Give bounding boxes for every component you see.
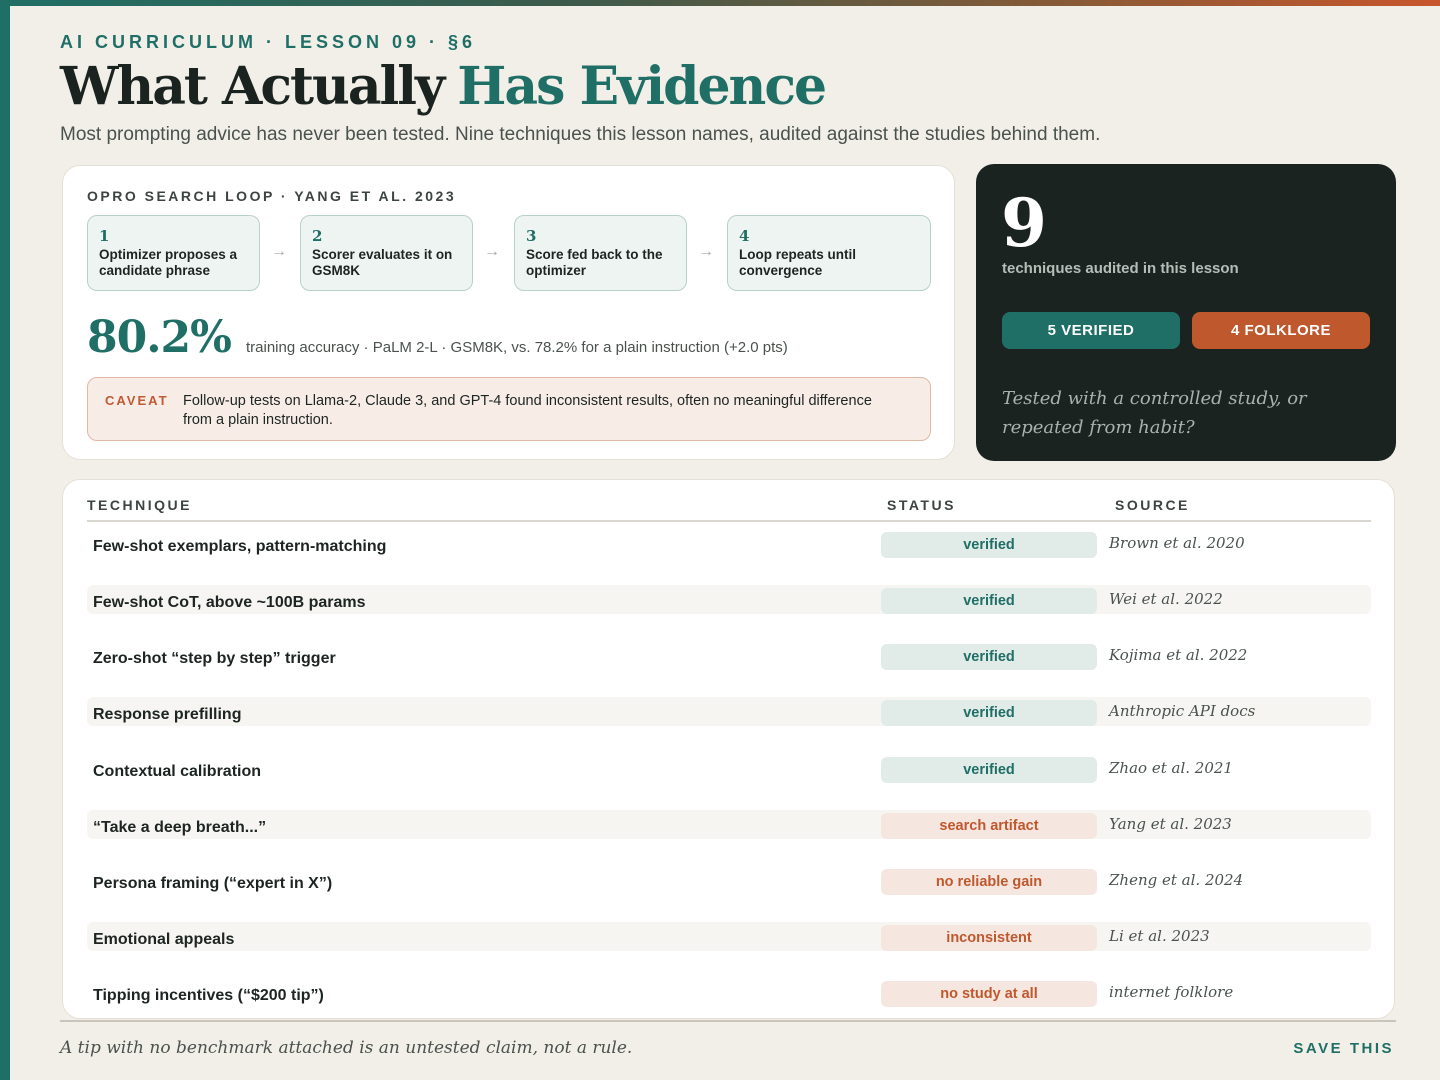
source-citation: Wei et al. 2022 — [1109, 590, 1223, 608]
opro-step-2: 2 Scorer evaluates it on GSM8K — [300, 215, 473, 291]
footer-divider — [60, 1020, 1396, 1022]
status-badge: verified — [881, 700, 1097, 726]
source-citation: Brown et al. 2020 — [1109, 534, 1245, 552]
header-source: SOURCE — [1115, 497, 1190, 513]
top-accent-bar — [0, 0, 1440, 6]
accuracy-description: training accuracy · PaLM 2-L · GSM8K, vs… — [246, 339, 788, 356]
summary-quote: Tested with a controlled study, or repea… — [1002, 388, 1307, 438]
arrow-right-icon: → — [698, 243, 714, 260]
opro-step-3: 3 Score fed back to the optimizer — [514, 215, 687, 291]
summary-card: 9 techniques audited in this lesson 5 VE… — [976, 164, 1396, 461]
opro-label: OPRO SEARCH LOOP · YANG ET AL. 2023 — [87, 188, 457, 204]
status-badge: inconsistent — [881, 925, 1097, 951]
technique-table: TECHNIQUE STATUS SOURCE Few-shot exempla… — [62, 479, 1395, 1019]
technique-name: Persona framing (“expert in X”) — [93, 875, 333, 892]
status-badge: verified — [881, 532, 1097, 558]
table-row: Response prefilling verified Anthropic A… — [87, 697, 1371, 726]
source-citation: Anthropic API docs — [1109, 702, 1256, 720]
page-title-part1: What Actually — [60, 56, 445, 117]
lesson-eyebrow: AI CURRICULUM · LESSON 09 · §6 — [60, 32, 477, 52]
technique-name: Zero-shot “step by step” trigger — [93, 650, 336, 667]
technique-count-label: techniques audited in this lesson — [1002, 260, 1239, 277]
step-text: Scorer evaluates it on GSM8K — [312, 247, 453, 278]
left-accent-bar — [0, 0, 10, 1080]
step-text: Loop repeats until convergence — [739, 247, 857, 278]
opro-card: OPRO SEARCH LOOP · YANG ET AL. 2023 1 Op… — [62, 165, 955, 460]
source-citation: Zheng et al. 2024 — [1109, 871, 1244, 889]
opro-step-4: 4 Loop repeats until convergence — [727, 215, 931, 291]
arrow-right-icon: → — [484, 243, 500, 260]
status-badge: verified — [881, 644, 1097, 670]
caveat-box: CAVEAT Follow-up tests on Llama-2, Claud… — [87, 377, 931, 441]
technique-name: Response prefilling — [93, 706, 242, 723]
step-number: 2 — [312, 227, 323, 245]
source-citation: Yang et al. 2023 — [1109, 815, 1232, 833]
step-text: Optimizer proposes a candidate phrase — [99, 247, 238, 278]
page-subtitle: Most prompting advice has never been tes… — [60, 124, 1101, 145]
opro-step-1: 1 Optimizer proposes a candidate phrase — [87, 215, 260, 291]
technique-count: 9 — [1001, 184, 1047, 262]
technique-name: Few-shot CoT, above ~100B params — [93, 594, 366, 611]
status-badge: verified — [881, 588, 1097, 614]
status-badge: search artifact — [881, 813, 1097, 839]
arrow-right-icon: → — [271, 243, 287, 260]
page-title-part2: Has Evidence — [457, 56, 827, 117]
source-citation: Kojima et al. 2022 — [1109, 646, 1248, 664]
table-row: Zero-shot “step by step” trigger verifie… — [87, 641, 1371, 670]
table-row: “Take a deep breath...” search artifact … — [87, 810, 1371, 839]
header-divider — [87, 520, 1371, 522]
source-citation: Li et al. 2023 — [1109, 927, 1210, 945]
table-row: Few-shot exemplars, pattern-matching ver… — [87, 529, 1371, 558]
accuracy-stat: 80.2% — [87, 312, 232, 363]
footer-quote: A tip with no benchmark attached is an u… — [60, 1038, 633, 1058]
save-button[interactable]: SAVE THIS — [1293, 1040, 1394, 1057]
technique-name: “Take a deep breath...” — [93, 819, 267, 836]
status-badge: verified — [881, 757, 1097, 783]
step-number: 3 — [526, 227, 537, 245]
technique-name: Tipping incentives (“$200 tip”) — [93, 987, 324, 1004]
status-badge: no reliable gain — [881, 869, 1097, 895]
source-citation: Zhao et al. 2021 — [1109, 759, 1233, 777]
table-row: Few-shot CoT, above ~100B params verifie… — [87, 585, 1371, 614]
folklore-count-pill: 4 FOLKLORE — [1192, 312, 1370, 349]
technique-name: Few-shot exemplars, pattern-matching — [93, 538, 387, 555]
table-row: Emotional appeals inconsistent Li et al.… — [87, 922, 1371, 951]
table-row: Tipping incentives (“$200 tip”) no study… — [87, 978, 1371, 1007]
table-row: Persona framing (“expert in X”) no relia… — [87, 866, 1371, 895]
source-citation: internet folklore — [1109, 983, 1234, 1001]
header-status: STATUS — [887, 497, 956, 513]
verified-count-pill: 5 VERIFIED — [1002, 312, 1180, 349]
technique-name: Emotional appeals — [93, 931, 235, 948]
step-number: 1 — [99, 227, 110, 245]
status-badge: no study at all — [881, 981, 1097, 1007]
step-text: Score fed back to the optimizer — [526, 247, 663, 278]
table-row: Contextual calibration verified Zhao et … — [87, 754, 1371, 783]
header-technique: TECHNIQUE — [87, 497, 192, 513]
step-number: 4 — [739, 227, 750, 245]
caveat-text: Follow-up tests on Llama-2, Claude 3, an… — [183, 393, 872, 428]
caveat-tag: CAVEAT — [105, 393, 169, 408]
page-title: What Actually Has Evidence — [60, 56, 827, 120]
technique-name: Contextual calibration — [93, 763, 262, 780]
